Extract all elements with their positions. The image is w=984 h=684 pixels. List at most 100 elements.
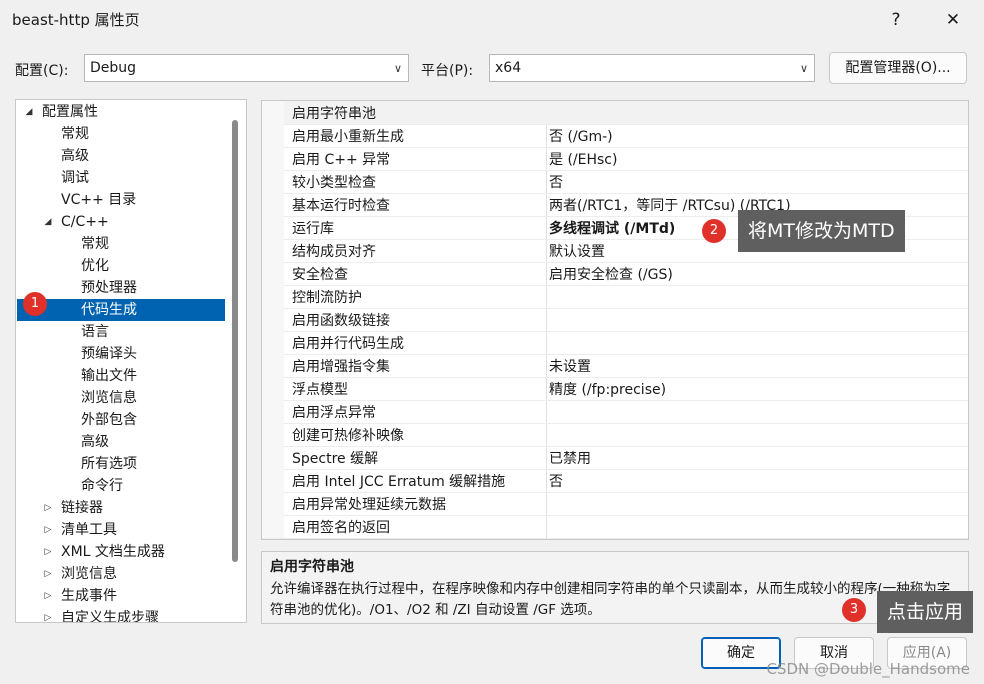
tree-item[interactable]: 预处理器 — [17, 277, 225, 299]
property-value[interactable]: 已禁用 — [549, 448, 591, 468]
property-name: 启用增强指令集 — [292, 359, 390, 375]
property-row[interactable]: 启用 Intel JCC Erratum 缓解措施 否 — [262, 469, 968, 493]
tree-item-label: 清单工具 — [61, 522, 117, 538]
tree-item[interactable]: 常规 — [17, 123, 225, 145]
platform-value: x64 — [495, 60, 522, 76]
property-value[interactable]: 未设置 — [549, 356, 591, 376]
property-name: 运行库 — [292, 221, 334, 237]
row-gutter — [262, 492, 284, 515]
tree-item[interactable]: ▷ 浏览信息 — [17, 563, 225, 585]
expand-arrow-icon[interactable]: ▷ — [42, 563, 54, 585]
property-value[interactable]: 否 — [549, 172, 563, 192]
property-row[interactable]: Spectre 缓解 已禁用 — [262, 446, 968, 470]
config-value: Debug — [90, 60, 137, 76]
tree-scrollbar[interactable] — [232, 120, 238, 562]
property-value[interactable]: 多线程调试 (/MTd) — [549, 218, 675, 238]
expand-arrow-icon[interactable]: ▷ — [42, 519, 54, 541]
property-value[interactable]: 是 (/EHsc) — [549, 149, 617, 169]
property-row[interactable]: 启用函数级链接 — [262, 308, 968, 332]
row-gutter — [262, 377, 284, 400]
collapse-arrow-icon[interactable]: ◢ — [23, 101, 35, 123]
tree-item[interactable]: 浏览信息 — [17, 387, 225, 409]
property-value[interactable]: 默认设置 — [549, 241, 605, 261]
tree-item-label: 自定义生成步骤 — [61, 610, 159, 623]
tree-item-label: 浏览信息 — [61, 566, 117, 582]
tree-item[interactable]: ▷ 清单工具 — [17, 519, 225, 541]
property-value[interactable]: 启用安全检查 (/GS) — [549, 264, 673, 284]
tree-item[interactable]: 高级 — [17, 431, 225, 453]
tree-item-label: 常规 — [61, 126, 89, 142]
tree-item-label: 浏览信息 — [81, 390, 137, 406]
row-gutter — [262, 354, 284, 377]
property-name: 控制流防护 — [292, 290, 362, 306]
annotation-marker-2: 2 — [702, 219, 726, 243]
property-row[interactable]: 安全检查 启用安全检查 (/GS) — [262, 262, 968, 286]
tree-item[interactable]: 常规 — [17, 233, 225, 255]
property-name: 启用函数级链接 — [292, 313, 390, 329]
property-row[interactable]: 控制流防护 — [262, 285, 968, 309]
property-row[interactable]: 启用字符串池 — [262, 101, 968, 125]
property-row[interactable]: 启用 C++ 异常 是 (/EHsc) — [262, 147, 968, 171]
tree-item[interactable]: 命令行 — [17, 475, 225, 497]
tree-item-label: 高级 — [61, 148, 89, 164]
tree-item-label: VC++ 目录 — [61, 192, 137, 208]
tree-item[interactable]: 所有选项 — [17, 453, 225, 475]
tree-item[interactable]: ◢ C/C++ — [17, 211, 225, 233]
tree-item[interactable]: ▷ XML 文档生成器 — [17, 541, 225, 563]
row-gutter — [262, 262, 284, 285]
property-name: 创建可热修补映像 — [292, 428, 404, 444]
row-gutter — [262, 423, 284, 446]
property-name: 启用签名的返回 — [292, 520, 390, 536]
property-row[interactable]: 创建可热修补映像 — [262, 423, 968, 447]
tree-item[interactable]: 语言 — [17, 321, 225, 343]
property-row[interactable]: 启用异常处理延续元数据 — [262, 492, 968, 516]
property-name: 启用 Intel JCC Erratum 缓解措施 — [292, 474, 506, 490]
tree-item-label: 高级 — [81, 434, 109, 450]
tree-item[interactable]: 预编译头 — [17, 343, 225, 365]
tree-item[interactable]: 输出文件 — [17, 365, 225, 387]
help-icon[interactable]: ? — [883, 7, 909, 33]
tree-item-label: 外部包含 — [81, 412, 137, 428]
tree-item[interactable]: 调试 — [17, 167, 225, 189]
tree-item[interactable]: ◢ 配置属性 — [17, 101, 225, 123]
property-row[interactable]: 浮点模型 精度 (/fp:precise) — [262, 377, 968, 401]
property-row[interactable]: 启用签名的返回 — [262, 515, 968, 539]
property-row[interactable]: 启用最小重新生成 否 (/Gm-) — [262, 124, 968, 148]
property-row[interactable]: 启用增强指令集 未设置 — [262, 354, 968, 378]
row-gutter — [262, 124, 284, 147]
expand-arrow-icon[interactable]: ▷ — [42, 497, 54, 519]
property-name: 较小类型检查 — [292, 175, 376, 191]
property-grid: 启用字符串池启用最小重新生成 否 (/Gm-) 启用 C++ 异常 是 (/EHsc)… — [261, 100, 969, 540]
tree-item-label: C/C++ — [61, 214, 109, 230]
tree-item[interactable]: VC++ 目录 — [17, 189, 225, 211]
tree-item[interactable]: 优化 — [17, 255, 225, 277]
tree-item[interactable]: 代码生成 — [17, 299, 225, 321]
property-name: 启用并行代码生成 — [292, 336, 404, 352]
row-gutter — [262, 469, 284, 492]
expand-arrow-icon[interactable]: ▷ — [42, 541, 54, 563]
collapse-arrow-icon[interactable]: ◢ — [42, 211, 54, 233]
expand-arrow-icon[interactable]: ▷ — [42, 607, 54, 622]
config-select[interactable]: Debug ∨ — [84, 54, 409, 82]
tree-item-label: 优化 — [81, 258, 109, 274]
tree-item[interactable]: ▷ 生成事件 — [17, 585, 225, 607]
tree-item-label: 所有选项 — [81, 456, 137, 472]
platform-select[interactable]: x64 ∨ — [489, 54, 815, 82]
expand-arrow-icon[interactable]: ▷ — [42, 585, 54, 607]
tree-item[interactable]: ▷ 自定义生成步骤 — [17, 607, 225, 623]
property-row[interactable]: 较小类型检查 否 — [262, 170, 968, 194]
config-manager-button[interactable]: 配置管理器(O)... — [829, 52, 967, 84]
property-value[interactable]: 否 (/Gm-) — [549, 126, 613, 146]
close-icon[interactable]: ✕ — [940, 7, 966, 33]
tree-item[interactable]: ▷ 链接器 — [17, 497, 225, 519]
tree-item[interactable]: 高级 — [17, 145, 225, 167]
property-name: 安全检查 — [292, 267, 348, 283]
property-value[interactable]: 否 — [549, 471, 563, 491]
property-row[interactable]: 启用并行代码生成 — [262, 331, 968, 355]
title-bar: beast-http 属性页 ? ✕ — [0, 0, 984, 40]
tree-item[interactable]: 外部包含 — [17, 409, 225, 431]
property-row[interactable]: 启用浮点异常 — [262, 400, 968, 424]
property-name: 启用最小重新生成 — [292, 129, 404, 145]
tree-item-label: 链接器 — [61, 500, 103, 516]
property-value[interactable]: 精度 (/fp:precise) — [549, 379, 666, 399]
